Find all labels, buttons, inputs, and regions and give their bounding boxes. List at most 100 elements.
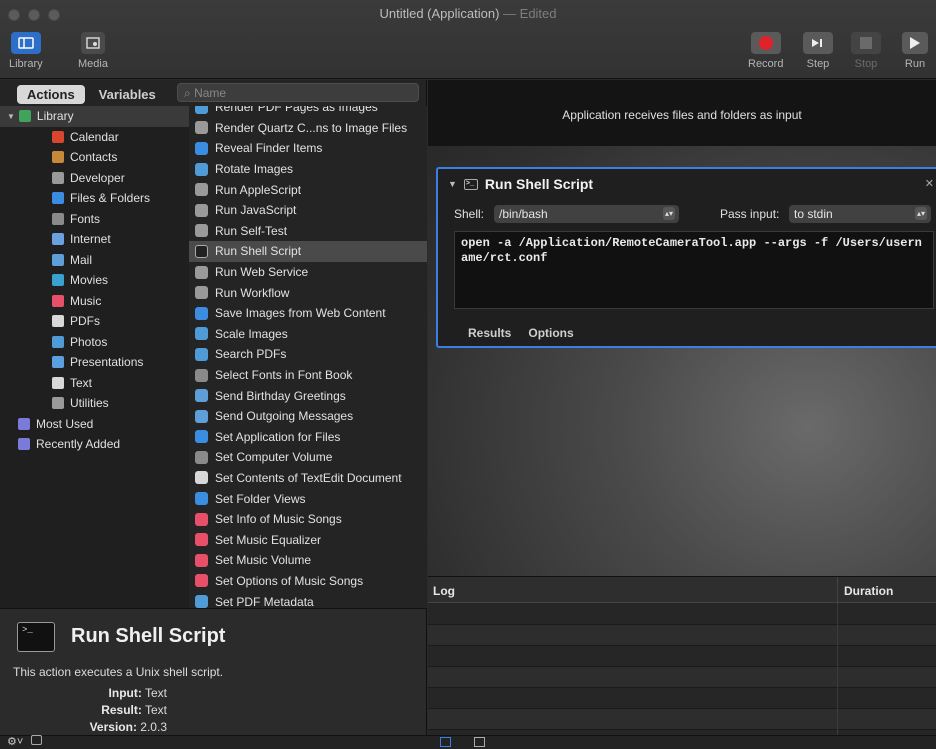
tab-options[interactable]: Options [528,326,573,340]
tab-variables[interactable]: Variables [89,85,166,104]
action-item[interactable]: Set Computer Volume [189,447,427,468]
version-value: 2.0.3 [140,720,167,734]
action-item[interactable]: Run Shell Script [189,241,427,262]
log-table: Log Duration [428,576,936,736]
action-item[interactable]: Render PDF Pages as Images [189,106,427,118]
action-header[interactable]: ▼ >_ Run Shell Script [448,176,593,192]
gear-menu-icon[interactable]: ⚙˅ [7,735,23,748]
action-item[interactable]: Save Images from Web Content [189,303,427,324]
action-item[interactable]: Set Options of Music Songs [189,571,427,592]
category-item[interactable]: Utilities [0,393,189,414]
category-item[interactable]: Contacts [0,147,189,168]
action-item[interactable]: Set Music Equalizer [189,529,427,550]
shell-select[interactable]: /bin/bash ▴▾ [494,205,679,223]
category-item[interactable]: Calendar [0,127,189,148]
action-item[interactable]: Set PDF Metadata [189,591,427,608]
action-item[interactable]: Set Music Volume [189,550,427,571]
category-item[interactable]: Presentations [0,352,189,373]
log-row [428,646,936,667]
category-item[interactable]: Internet [0,229,189,250]
search-input[interactable]: ⌕ Name [177,83,419,102]
category-item[interactable]: PDFs [0,311,189,332]
action-icon [195,121,208,135]
action-item[interactable]: Set Folder Views [189,488,427,509]
action-icon [195,327,208,341]
action-item[interactable]: Search PDFs [189,344,427,365]
list-view-icon[interactable] [440,737,451,747]
record-button-label: Record [748,58,784,70]
category-item[interactable]: Photos [0,332,189,353]
tab-results[interactable]: Results [468,326,511,340]
action-item[interactable]: Run AppleScript [189,179,427,200]
category-item[interactable]: Recently Added [0,434,189,455]
record-button[interactable]: Record [748,32,783,70]
action-item[interactable]: Scale Images [189,324,427,345]
action-label: Set Application for Files [215,429,341,444]
category-item[interactable]: Movies [0,270,189,291]
action-label: Set Options of Music Songs [215,573,364,588]
automator-window: Untitled (Application) — Edited Library … [0,0,936,749]
category-item[interactable]: Mail [0,250,189,271]
tab-actions[interactable]: Actions [17,85,85,104]
run-shell-script-action[interactable]: ▼ >_ Run Shell Script ✕ Shell: /bin/bash… [436,167,936,348]
action-item[interactable]: Send Outgoing Messages [189,406,427,427]
category-item[interactable]: Fonts [0,209,189,230]
library-button-label: Library [9,58,43,70]
script-editor[interactable]: open -a /Application/RemoteCameraTool.ap… [454,231,934,309]
action-item[interactable]: Render Quartz C...ns to Image Files [189,118,427,139]
window-title-text: Untitled (Application) [379,6,500,21]
action-item[interactable]: Run Self-Test [189,221,427,242]
action-label: Search PDFs [215,347,287,362]
category-item[interactable]: Music [0,291,189,312]
action-item[interactable]: Set Application for Files [189,427,427,448]
log-view-icon[interactable] [474,737,485,747]
action-item[interactable]: Select Fonts in Font Book [189,365,427,386]
step-button[interactable]: Step [803,32,833,70]
duration-column-header[interactable]: Duration [844,584,893,598]
library-button[interactable]: Library [9,32,43,70]
category-item[interactable]: Most Used [0,414,189,435]
log-row [428,709,936,730]
result-row: Result: Text [0,703,167,717]
action-label: Set Folder Views [215,491,306,506]
action-item[interactable]: Set Info of Music Songs [189,509,427,530]
action-item[interactable]: Rotate Images [189,159,427,180]
action-label: Run Shell Script [215,244,302,259]
result-value: Text [144,703,167,717]
disclosure-triangle-icon[interactable]: ▼ [7,112,15,121]
action-item[interactable]: Send Birthday Greetings [189,385,427,406]
category-icon [52,397,64,410]
category-item[interactable]: Files & Folders [0,188,189,209]
category-item[interactable]: ▼ Library [0,106,189,127]
library-tabs: Actions Variables [17,85,166,104]
action-label: Reveal Finder Items [215,141,323,156]
disclosure-triangle-icon[interactable]: ▼ [448,179,457,189]
stop-button[interactable]: Stop [851,32,881,70]
action-item[interactable]: Run JavaScript [189,200,427,221]
category-label: Contacts [70,150,118,165]
media-button[interactable]: Media [78,32,108,70]
description-toggle-icon[interactable] [31,735,42,745]
action-icon [195,368,208,382]
column-divider[interactable] [837,577,838,603]
category-icon [52,376,64,389]
action-icon [195,203,208,217]
action-item[interactable]: Run Workflow [189,282,427,303]
category-icon [52,130,64,143]
action-item[interactable]: Set Contents of TextEdit Document [189,468,427,489]
run-button[interactable]: Run [902,32,928,70]
pass-input-select[interactable]: to stdin ▴▾ [789,205,931,223]
close-icon[interactable]: ✕ [925,177,934,190]
action-icon [195,286,208,300]
category-item[interactable]: Developer [0,168,189,189]
action-item[interactable]: Run Web Service [189,262,427,283]
category-icon [52,335,64,348]
stop-button-label: Stop [854,58,878,70]
category-item[interactable]: Text [0,373,189,394]
pass-input-value: to stdin [794,207,833,221]
category-label: Developer [70,170,125,185]
action-item[interactable]: Reveal Finder Items [189,138,427,159]
action-icon [195,492,208,506]
action-list: Render PDF Pages as Images Render Quartz … [189,106,427,608]
log-column-header[interactable]: Log [433,584,455,598]
